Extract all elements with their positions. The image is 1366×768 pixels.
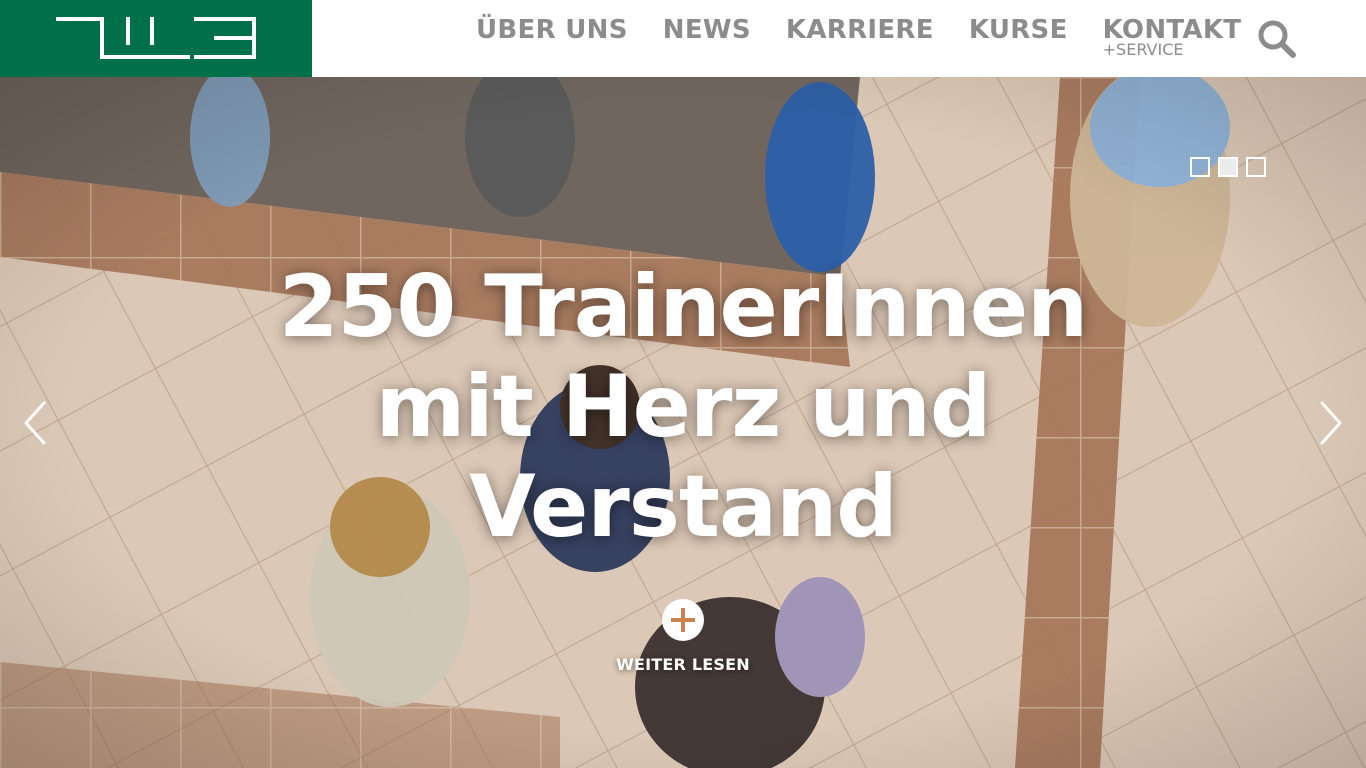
nav-item-label: ÜBER UNS: [476, 15, 628, 45]
slide-indicator-1[interactable]: [1190, 157, 1210, 177]
headline-line-3: Verstand: [469, 457, 898, 557]
nav-item-ueber-uns[interactable]: ÜBER UNS: [476, 0, 628, 45]
logo-link[interactable]: [0, 0, 312, 77]
nav-item-karriere[interactable]: KARRIERE: [786, 0, 934, 45]
nav-item-news[interactable]: NEWS: [663, 0, 751, 45]
logo-icon: [56, 17, 256, 59]
plus-icon: [662, 599, 704, 641]
search-button[interactable]: [1256, 18, 1298, 60]
site-header: ÜBER UNS NEWS KARRIERE KURSE KONTAKT +SE…: [0, 0, 1366, 77]
nav-item-sublabel: +SERVICE: [1102, 40, 1184, 59]
nav-item-label: KARRIERE: [785, 15, 934, 45]
search-icon: [1258, 20, 1296, 58]
slide-indicator-2[interactable]: [1218, 157, 1238, 177]
slide-indicators: [1190, 157, 1274, 177]
headline-line-2: mit Herz und: [375, 357, 992, 457]
nav-item-label: KURSE: [968, 15, 1068, 45]
read-more-button[interactable]: WEITER LESEN: [583, 599, 783, 674]
nav-item-kontakt[interactable]: KONTAKT +SERVICE: [1102, 0, 1242, 59]
nav-item-label: NEWS: [662, 15, 751, 45]
slide-indicator-3[interactable]: [1246, 157, 1266, 177]
read-more-label: WEITER LESEN: [616, 655, 750, 674]
main-nav: ÜBER UNS NEWS KARRIERE KURSE KONTAKT +SE…: [460, 0, 1276, 77]
headline-line-1: 250 TrainerInnen: [278, 257, 1089, 357]
nav-item-kurse[interactable]: KURSE: [969, 0, 1068, 45]
hero-slider: 250 TrainerInnen mit Herz und Verstand W…: [0, 77, 1366, 768]
hero-headline: 250 TrainerInnen mit Herz und Verstand: [0, 257, 1366, 557]
